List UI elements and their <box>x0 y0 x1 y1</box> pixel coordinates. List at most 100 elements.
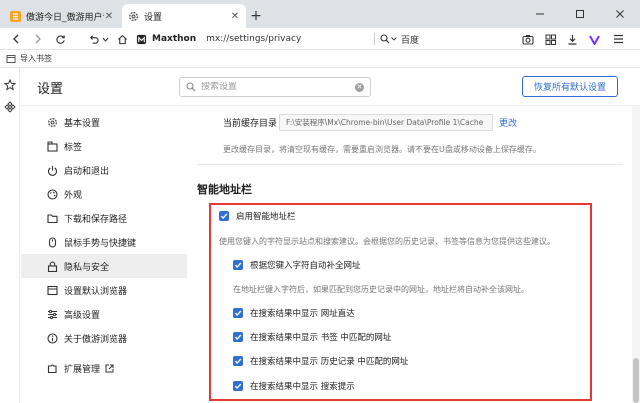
refresh-icon[interactable] <box>52 31 68 47</box>
show-bookmarks-option[interactable]: 在搜索结果中显示 书签 中匹配的网址 <box>233 331 391 343</box>
chevron-down-icon[interactable] <box>100 31 110 47</box>
settings-nav: 基本设置 标签 启动和退出 外观 下载和保存路径 鼠标手势与快捷键 隐私与安全 <box>21 106 187 403</box>
nav-item-label: 鼠标手势与快捷键 <box>64 238 137 249</box>
settings-page: 设置 ✕ 恢复所有默认设置 基本设置 标签 启动和退出 外观 <box>21 68 640 403</box>
nav-item-label: 标签 <box>64 142 83 153</box>
star-icon[interactable] <box>3 78 17 92</box>
nav-item-label: 隐私与安全 <box>64 262 110 273</box>
tab-title: 设置 <box>144 12 163 23</box>
tab-maxthon-today[interactable]: 傲游今日_傲游用户专属 ✕ <box>4 4 120 28</box>
maximize-icon[interactable] <box>560 0 600 28</box>
page-title: 设置 <box>37 82 64 97</box>
info-icon <box>47 332 58 344</box>
option-label: 在搜索结果中显示 搜索提示 <box>250 382 355 392</box>
cache-label: 当前缓存目录 <box>223 119 278 129</box>
tab-close-icon[interactable]: ✕ <box>104 11 114 22</box>
bookmark-bar: 导入书签 <box>0 50 640 68</box>
import-bookmarks-label: 导入书签 <box>20 54 52 63</box>
tab-settings[interactable]: 设置 ✕ <box>122 4 246 28</box>
show-direct-url-option[interactable]: 在搜索结果中显示 网址直达 <box>233 307 355 319</box>
home-icon[interactable] <box>114 31 130 47</box>
back-icon[interactable] <box>8 31 24 47</box>
puzzle-icon <box>47 363 58 374</box>
tab-close-icon[interactable]: ✕ <box>230 11 240 22</box>
gear-icon <box>128 11 139 22</box>
option-label: 在搜索结果中显示 历史记录 中匹配的网址 <box>250 357 409 367</box>
extension-icon[interactable] <box>3 100 17 114</box>
autocomplete-option[interactable]: 根据您键入字符自动补全网址 <box>233 259 361 271</box>
vip-icon[interactable] <box>586 31 602 47</box>
search-engine-box[interactable]: 百度 <box>380 30 500 48</box>
tab-icon <box>47 140 58 152</box>
show-search-suggestions-option[interactable]: 在搜索结果中显示 搜索提示 <box>233 380 355 392</box>
lock-icon <box>47 261 58 272</box>
nav-item-appearance[interactable]: 外观 <box>21 182 187 206</box>
search-icon <box>380 34 390 44</box>
maxthon-favicon-icon <box>10 10 21 22</box>
nav-item-startup[interactable]: 启动和退出 <box>21 158 187 182</box>
maxthon-logo-icon <box>136 34 147 45</box>
nav-item-label: 基本设置 <box>64 118 101 129</box>
enable-smart-bar-option[interactable]: 启用智能地址栏 <box>219 210 296 222</box>
forward-icon[interactable] <box>30 31 46 47</box>
checkbox-checked-icon[interactable] <box>233 308 243 318</box>
power-icon <box>47 165 58 176</box>
nav-item-downloads[interactable]: 下载和保存路径 <box>21 206 187 230</box>
nav-item-about[interactable]: 关于傲游浏览器 <box>21 326 187 350</box>
minimize-icon[interactable] <box>520 0 560 28</box>
browser-icon <box>47 285 58 296</box>
settings-search[interactable]: ✕ <box>179 77 371 97</box>
gear-icon <box>47 117 58 128</box>
change-cache-link[interactable]: 更改 <box>499 116 517 129</box>
screenshot-icon[interactable] <box>520 31 536 47</box>
divider <box>197 164 623 165</box>
reset-all-button[interactable]: 恢复所有默认设置 <box>522 76 618 97</box>
external-link-icon <box>105 364 114 373</box>
option-label: 在搜索结果中显示 书签 中匹配的网址 <box>250 333 392 343</box>
nav-item-advanced[interactable]: 高级设置 <box>21 302 187 326</box>
show-history-option[interactable]: 在搜索结果中显示 历史记录 中匹配的网址 <box>233 355 408 367</box>
option-label: 在搜索结果中显示 网址直达 <box>250 309 355 319</box>
nav-item-label: 外观 <box>64 190 83 201</box>
separator <box>374 33 375 45</box>
download-icon[interactable] <box>564 31 580 47</box>
nav-item-label: 下载和保存路径 <box>64 214 128 225</box>
sliders-icon <box>47 309 58 320</box>
nav-item-label: 高级设置 <box>64 310 101 321</box>
option-label: 根据您键入字符自动补全网址 <box>250 261 361 271</box>
scrollbar-thumb[interactable] <box>633 358 639 403</box>
checkbox-checked-icon[interactable] <box>233 260 243 270</box>
nav-item-default-browser[interactable]: 设置默认浏览器 <box>21 278 187 302</box>
checkbox-checked-icon[interactable] <box>219 211 229 221</box>
folder-icon <box>47 213 58 224</box>
nav-item-privacy[interactable]: 隐私与安全 <box>21 254 187 278</box>
grid-icon[interactable] <box>542 31 558 47</box>
close-window-icon[interactable] <box>600 0 640 28</box>
address-brand: Maxthon <box>152 34 197 44</box>
settings-content: 当前缓存目录 F:\安装程序\Mx\Chrome-bin\User Data\P… <box>187 106 640 403</box>
palette-icon <box>47 188 58 200</box>
nav-item-extensions[interactable]: 扩展管理 <box>21 356 187 380</box>
new-tab-button[interactable]: + <box>248 8 264 24</box>
checkbox-checked-icon[interactable] <box>233 356 243 366</box>
highlight-box <box>209 203 592 401</box>
nav-item-basic[interactable]: 基本设置 <box>21 110 187 134</box>
nav-item-label: 扩展管理 <box>64 364 101 375</box>
section-title-smart-bar: 智能地址栏 <box>197 183 252 196</box>
nav-item-tabs[interactable]: 标签 <box>21 134 187 158</box>
cache-note: 更改缓存目录，将清空现有缓存，需要重启浏览器。请不要在U盘或移动设备上保存缓存。 <box>223 145 541 154</box>
address-bar[interactable]: Maxthon mx://settings/privacy <box>136 30 370 48</box>
clear-search-icon[interactable]: ✕ <box>355 82 364 92</box>
tab-strip: 傲游今日_傲游用户专属 ✕ 设置 ✕ + <box>0 0 640 28</box>
checkbox-checked-icon[interactable] <box>233 381 243 391</box>
mouse-icon <box>47 236 58 248</box>
checkbox-checked-icon[interactable] <box>233 332 243 342</box>
search-icon <box>186 82 196 92</box>
menu-icon[interactable] <box>610 31 626 47</box>
side-panel-strip <box>0 68 20 403</box>
tab-title: 傲游今日_傲游用户专属 <box>26 12 104 23</box>
nav-item-mouse-gestures[interactable]: 鼠标手势与快捷键 <box>21 230 187 254</box>
import-bookmarks-button[interactable]: 导入书签 <box>6 53 52 64</box>
search-input[interactable] <box>201 82 355 92</box>
address-url[interactable]: mx://settings/privacy <box>206 34 301 44</box>
